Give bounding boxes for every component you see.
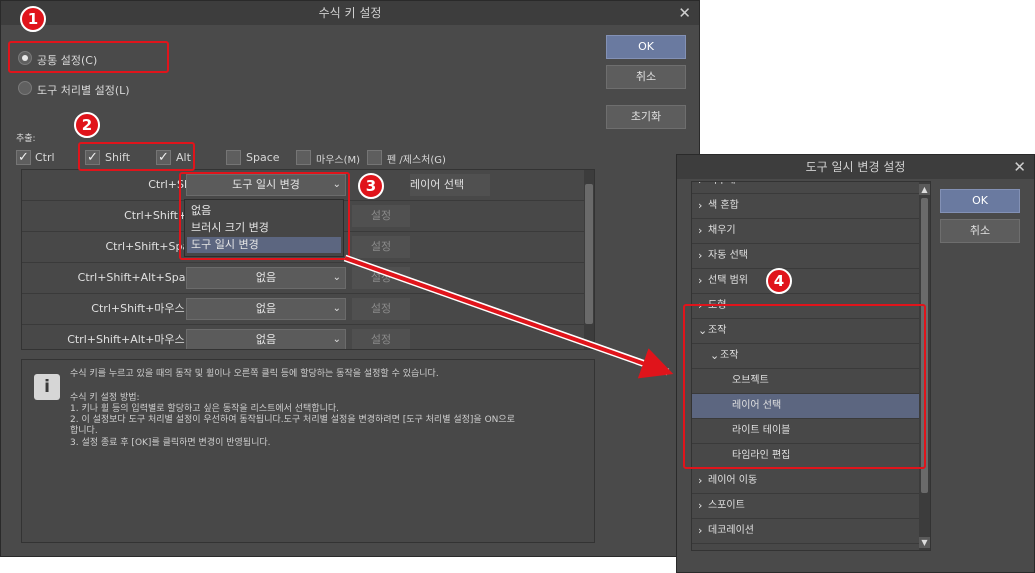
- step-badge-3: 3: [358, 173, 384, 199]
- step-badge-1: 1: [20, 6, 46, 32]
- annotation-arrow: [343, 254, 674, 379]
- step-badge-2: 2: [74, 112, 100, 138]
- step-badge-4: 4: [766, 268, 792, 294]
